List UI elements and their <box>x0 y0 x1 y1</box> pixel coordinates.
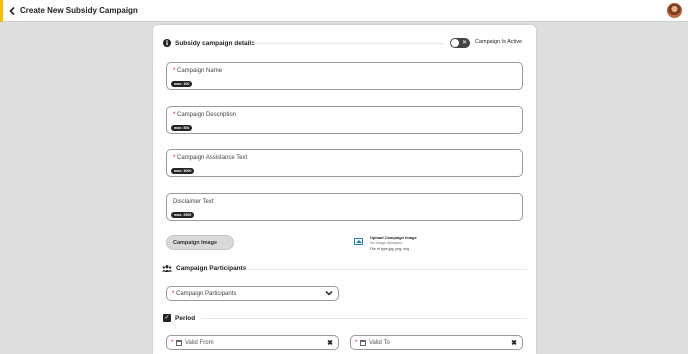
people-icon <box>162 265 172 272</box>
period-section-title: Period <box>175 314 196 322</box>
campaign-assistance-text-field[interactable]: * Campaign Assistance Text max: 3000 <box>166 149 523 177</box>
campaign-form-panel: i Subsidy campaign details ✕ Campaign Is… <box>153 25 536 354</box>
image-icon[interactable] <box>354 238 363 245</box>
required-marker: * <box>173 112 176 118</box>
top-bar: Create New Subsidy Campaign <box>0 0 688 22</box>
campaign-name-field[interactable]: * Campaign Name max: 100 <box>166 62 523 90</box>
upload-image-title[interactable]: Upload Campaign Image <box>370 235 417 240</box>
campaign-name-placeholder: Campaign Name <box>177 68 223 74</box>
max-length-badge: max: 2500 <box>171 212 195 218</box>
required-marker: * <box>173 155 176 161</box>
participants-section-header: Campaign Participants <box>162 265 246 272</box>
required-marker: * <box>171 339 174 346</box>
valid-from-field[interactable]: * Valid From ✖ <box>166 335 339 350</box>
upload-status: No Image Uploaded <box>370 241 402 245</box>
max-length-badge: max: 500 <box>171 125 193 131</box>
participants-placeholder: Campaign Participants <box>176 290 237 297</box>
calendar-icon <box>176 340 182 346</box>
campaign-participants-select[interactable]: * Campaign Participants <box>166 286 339 301</box>
info-icon: i <box>163 39 171 47</box>
toggle-knob <box>451 39 459 47</box>
calendar-check-icon: ✓ <box>163 314 171 322</box>
valid-to-placeholder: Valid To <box>369 339 390 346</box>
clear-icon[interactable]: ✖ <box>511 339 517 347</box>
campaign-active-label: Campaign Is Active <box>475 39 523 45</box>
upload-file-types: File of type jpg, png, svg <box>370 247 409 251</box>
details-section-header: i Subsidy campaign details <box>163 39 255 47</box>
avatar[interactable] <box>667 3 682 18</box>
divider <box>251 43 443 44</box>
participants-section-title: Campaign Participants <box>176 265 247 272</box>
disclaimer-placeholder: Disclaimer Text <box>173 199 214 205</box>
calendar-icon <box>360 340 366 346</box>
max-length-badge: max: 3000 <box>171 168 195 174</box>
divider <box>245 269 527 270</box>
valid-to-field[interactable]: * Valid To ✖ <box>350 335 523 350</box>
campaign-image-button-label: Campaign Image <box>173 239 218 246</box>
back-button[interactable] <box>7 5 17 17</box>
valid-from-placeholder: Valid From <box>185 339 214 346</box>
close-icon: ✕ <box>461 40 467 46</box>
chevron-left-icon <box>9 7 15 15</box>
accent-strip <box>0 0 3 22</box>
campaign-description-placeholder: Campaign Description <box>177 112 237 118</box>
chevron-down-icon <box>325 290 333 296</box>
campaign-image-button[interactable]: Campaign Image <box>166 235 234 250</box>
disclaimer-text-field[interactable]: Disclaimer Text max: 2500 <box>166 193 523 221</box>
details-section-title: Subsidy campaign details <box>175 39 255 47</box>
divider <box>201 318 527 319</box>
campaign-description-field[interactable]: * Campaign Description max: 500 <box>166 106 523 134</box>
required-marker: * <box>172 290 175 297</box>
max-length-badge: max: 100 <box>171 81 193 87</box>
campaign-active-toggle[interactable]: ✕ <box>450 38 470 48</box>
period-section-header: ✓ Period <box>163 314 195 322</box>
required-marker: * <box>173 68 176 74</box>
required-marker: * <box>355 339 358 346</box>
page-title: Create New Subsidy Campaign <box>20 6 138 15</box>
campaign-assistance-placeholder: Campaign Assistance Text <box>177 155 248 161</box>
clear-icon[interactable]: ✖ <box>327 339 333 347</box>
